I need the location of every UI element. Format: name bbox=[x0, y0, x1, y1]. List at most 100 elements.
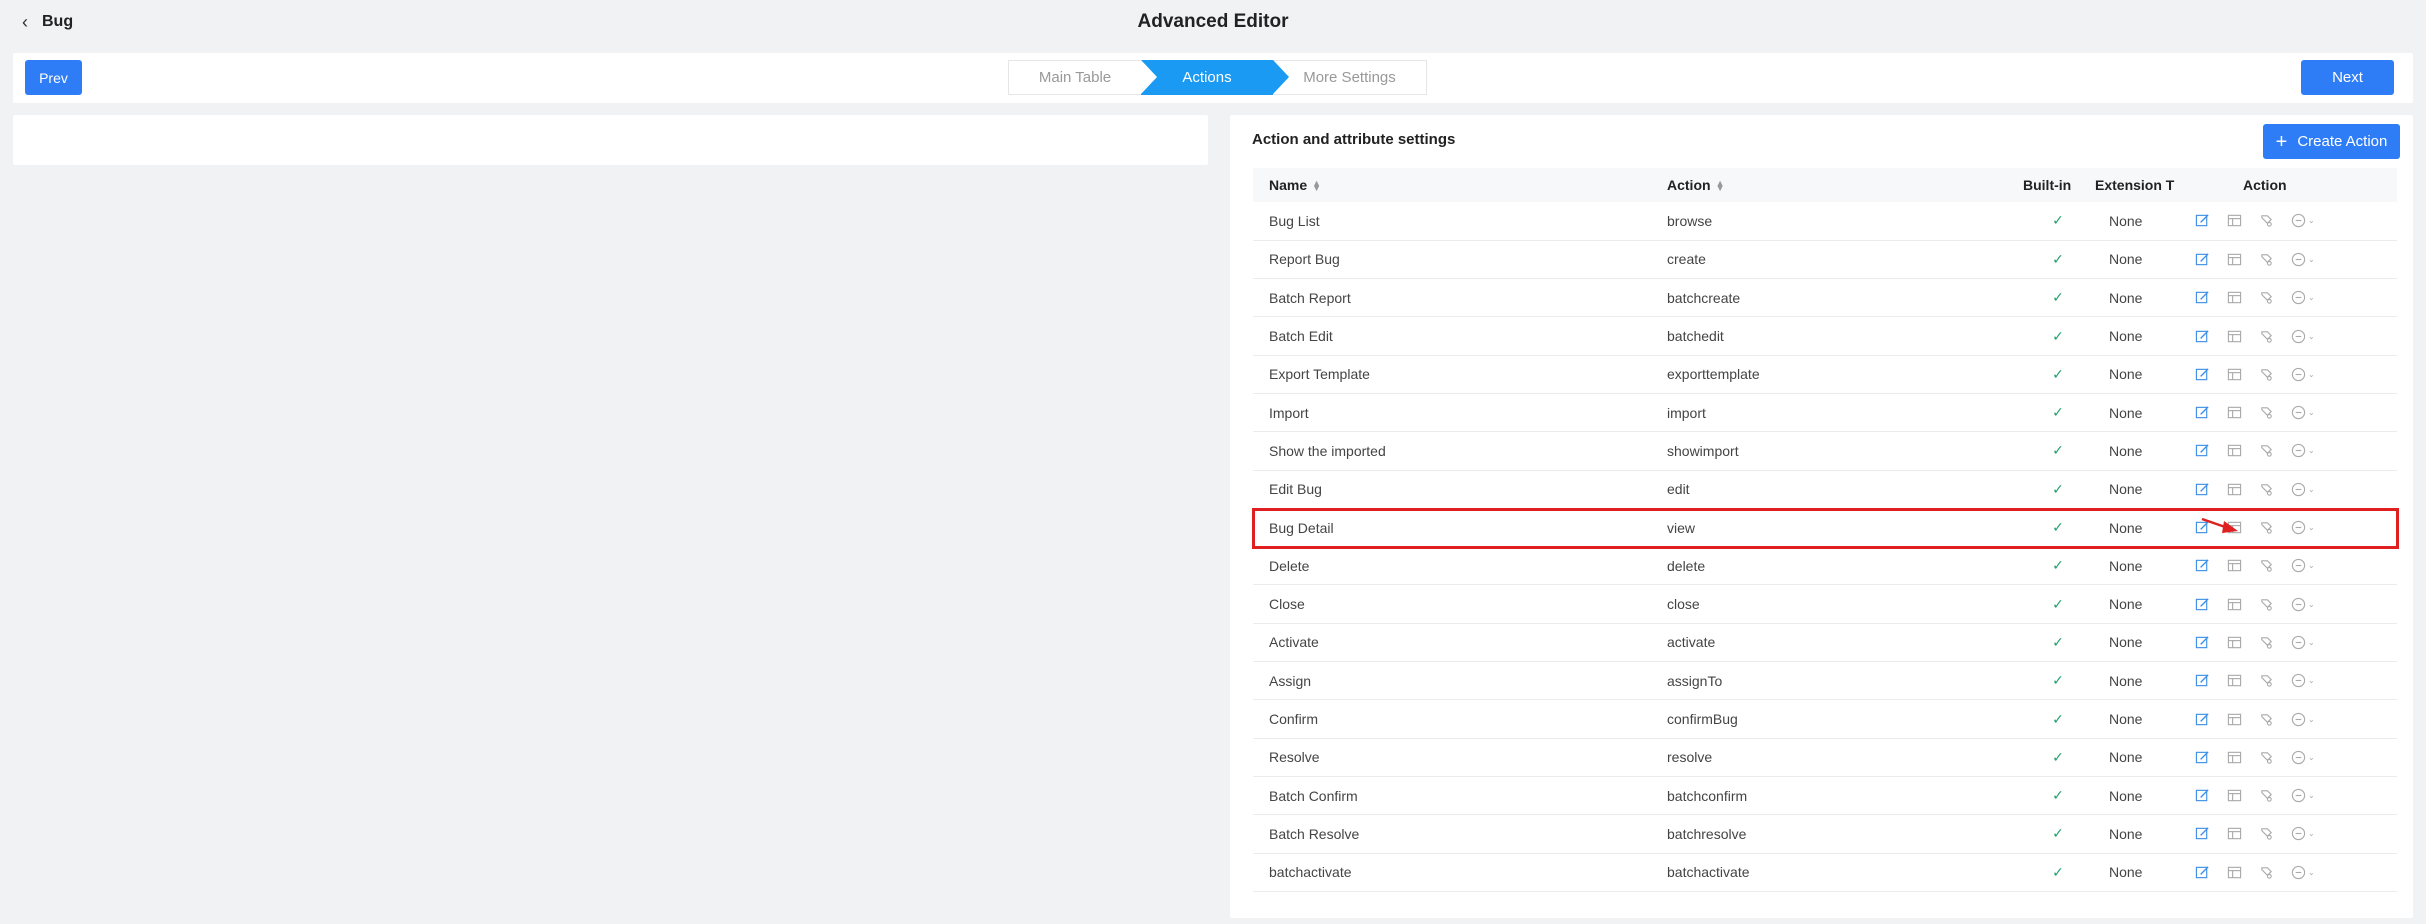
edit-icon[interactable] bbox=[2195, 597, 2210, 612]
layout-icon[interactable] bbox=[2227, 252, 2242, 267]
more-menu[interactable]: ⌄ bbox=[2291, 750, 2315, 765]
more-menu[interactable]: ⌄ bbox=[2291, 826, 2315, 841]
table-row[interactable]: Batch Edit batchedit ✓ None ⌄ bbox=[1253, 316, 2397, 356]
table-row[interactable]: Import import ✓ None ⌄ bbox=[1253, 393, 2397, 433]
more-menu[interactable]: ⌄ bbox=[2291, 520, 2315, 535]
more-menu[interactable]: ⌄ bbox=[2291, 329, 2315, 344]
more-menu[interactable]: ⌄ bbox=[2291, 290, 2315, 305]
table-row[interactable]: Batch Resolve batchresolve ✓ None ⌄ bbox=[1253, 814, 2397, 854]
column-header-action[interactable]: Action ▲ ▼ bbox=[1651, 168, 2021, 202]
layout-icon[interactable] bbox=[2227, 750, 2242, 765]
column-header-name[interactable]: Name ▲ ▼ bbox=[1253, 168, 1651, 202]
design-icon[interactable] bbox=[2259, 712, 2274, 727]
edit-icon[interactable] bbox=[2195, 367, 2210, 382]
design-icon[interactable] bbox=[2259, 290, 2274, 305]
layout-icon[interactable] bbox=[2227, 865, 2242, 880]
more-menu[interactable]: ⌄ bbox=[2291, 865, 2315, 880]
edit-icon[interactable] bbox=[2195, 405, 2210, 420]
sort-icon[interactable]: ▲ ▼ bbox=[1312, 179, 1321, 193]
layout-icon[interactable] bbox=[2227, 635, 2242, 650]
next-button[interactable]: Next bbox=[2301, 60, 2394, 95]
edit-icon[interactable] bbox=[2195, 520, 2210, 535]
table-row[interactable]: Assign assignTo ✓ None ⌄ bbox=[1253, 661, 2397, 701]
design-icon[interactable] bbox=[2259, 635, 2274, 650]
edit-icon[interactable] bbox=[2195, 635, 2210, 650]
layout-icon[interactable] bbox=[2227, 329, 2242, 344]
design-icon[interactable] bbox=[2259, 252, 2274, 267]
sort-icon[interactable]: ▲ ▼ bbox=[1716, 179, 1725, 193]
edit-icon[interactable] bbox=[2195, 482, 2210, 497]
edit-icon[interactable] bbox=[2195, 865, 2210, 880]
layout-icon[interactable] bbox=[2227, 788, 2242, 803]
table-row[interactable]: Confirm confirmBug ✓ None ⌄ bbox=[1253, 699, 2397, 739]
design-icon[interactable] bbox=[2259, 558, 2274, 573]
design-icon[interactable] bbox=[2259, 520, 2274, 535]
layout-icon[interactable] bbox=[2227, 290, 2242, 305]
more-menu[interactable]: ⌄ bbox=[2291, 673, 2315, 688]
more-menu[interactable]: ⌄ bbox=[2291, 443, 2315, 458]
design-icon[interactable] bbox=[2259, 865, 2274, 880]
more-menu[interactable]: ⌄ bbox=[2291, 367, 2315, 382]
more-menu[interactable]: ⌄ bbox=[2291, 213, 2315, 228]
more-menu[interactable]: ⌄ bbox=[2291, 482, 2315, 497]
prev-button[interactable]: Prev bbox=[25, 60, 82, 95]
table-row[interactable]: Close close ✓ None ⌄ bbox=[1253, 584, 2397, 624]
layout-icon[interactable] bbox=[2227, 826, 2242, 841]
layout-icon[interactable] bbox=[2227, 482, 2242, 497]
design-icon[interactable] bbox=[2259, 826, 2274, 841]
design-icon[interactable] bbox=[2259, 597, 2274, 612]
design-icon[interactable] bbox=[2259, 213, 2274, 228]
table-row[interactable]: Delete delete ✓ None ⌄ bbox=[1253, 546, 2397, 586]
table-row[interactable]: Bug Detail view ✓ None ⌄ bbox=[1253, 508, 2397, 548]
create-action-button[interactable]: + Create Action bbox=[2263, 124, 2400, 159]
design-icon[interactable] bbox=[2259, 405, 2274, 420]
table-row[interactable]: Report Bug create ✓ None ⌄ bbox=[1253, 240, 2397, 280]
edit-icon[interactable] bbox=[2195, 329, 2210, 344]
more-menu[interactable]: ⌄ bbox=[2291, 252, 2315, 267]
edit-icon[interactable] bbox=[2195, 750, 2210, 765]
table-row[interactable]: Edit Bug edit ✓ None ⌄ bbox=[1253, 470, 2397, 509]
layout-icon[interactable] bbox=[2227, 712, 2242, 727]
more-menu[interactable]: ⌄ bbox=[2291, 558, 2315, 573]
table-row[interactable]: batchactivate batchactivate ✓ None ⌄ bbox=[1253, 853, 2397, 892]
edit-icon[interactable] bbox=[2195, 712, 2210, 727]
step-actions[interactable]: Actions bbox=[1141, 60, 1289, 95]
more-menu[interactable]: ⌄ bbox=[2291, 597, 2315, 612]
table-row[interactable]: Activate activate ✓ None ⌄ bbox=[1253, 623, 2397, 663]
design-icon[interactable] bbox=[2259, 673, 2274, 688]
layout-icon[interactable] bbox=[2227, 443, 2242, 458]
layout-icon[interactable] bbox=[2227, 673, 2242, 688]
layout-icon[interactable] bbox=[2227, 405, 2242, 420]
design-icon[interactable] bbox=[2259, 329, 2274, 344]
edit-icon[interactable] bbox=[2195, 252, 2210, 267]
design-icon[interactable] bbox=[2259, 443, 2274, 458]
design-icon[interactable] bbox=[2259, 482, 2274, 497]
layout-icon[interactable] bbox=[2227, 213, 2242, 228]
table-row[interactable]: Resolve resolve ✓ None ⌄ bbox=[1253, 738, 2397, 777]
layout-icon[interactable] bbox=[2227, 597, 2242, 612]
more-menu[interactable]: ⌄ bbox=[2291, 405, 2315, 420]
table-row[interactable]: Export Template exporttemplate ✓ None ⌄ bbox=[1253, 355, 2397, 394]
layout-icon[interactable] bbox=[2227, 367, 2242, 382]
edit-icon[interactable] bbox=[2195, 213, 2210, 228]
step-more-settings[interactable]: More Settings bbox=[1273, 60, 1427, 95]
design-icon[interactable] bbox=[2259, 788, 2274, 803]
edit-icon[interactable] bbox=[2195, 788, 2210, 803]
more-menu[interactable]: ⌄ bbox=[2291, 712, 2315, 727]
layout-icon[interactable] bbox=[2227, 520, 2242, 535]
edit-icon[interactable] bbox=[2195, 443, 2210, 458]
more-menu[interactable]: ⌄ bbox=[2291, 635, 2315, 650]
edit-icon[interactable] bbox=[2195, 558, 2210, 573]
edit-icon[interactable] bbox=[2195, 290, 2210, 305]
layout-icon[interactable] bbox=[2227, 558, 2242, 573]
design-icon[interactable] bbox=[2259, 367, 2274, 382]
edit-icon[interactable] bbox=[2195, 673, 2210, 688]
table-row[interactable]: Batch Confirm batchconfirm ✓ None ⌄ bbox=[1253, 776, 2397, 816]
design-icon[interactable] bbox=[2259, 750, 2274, 765]
edit-icon[interactable] bbox=[2195, 826, 2210, 841]
step-main-table[interactable]: Main Table bbox=[1008, 60, 1141, 95]
more-menu[interactable]: ⌄ bbox=[2291, 788, 2315, 803]
table-row[interactable]: Show the imported showimport ✓ None ⌄ bbox=[1253, 431, 2397, 471]
table-row[interactable]: Batch Report batchcreate ✓ None ⌄ bbox=[1253, 278, 2397, 318]
table-row[interactable]: Bug List browse ✓ None ⌄ bbox=[1253, 202, 2397, 241]
